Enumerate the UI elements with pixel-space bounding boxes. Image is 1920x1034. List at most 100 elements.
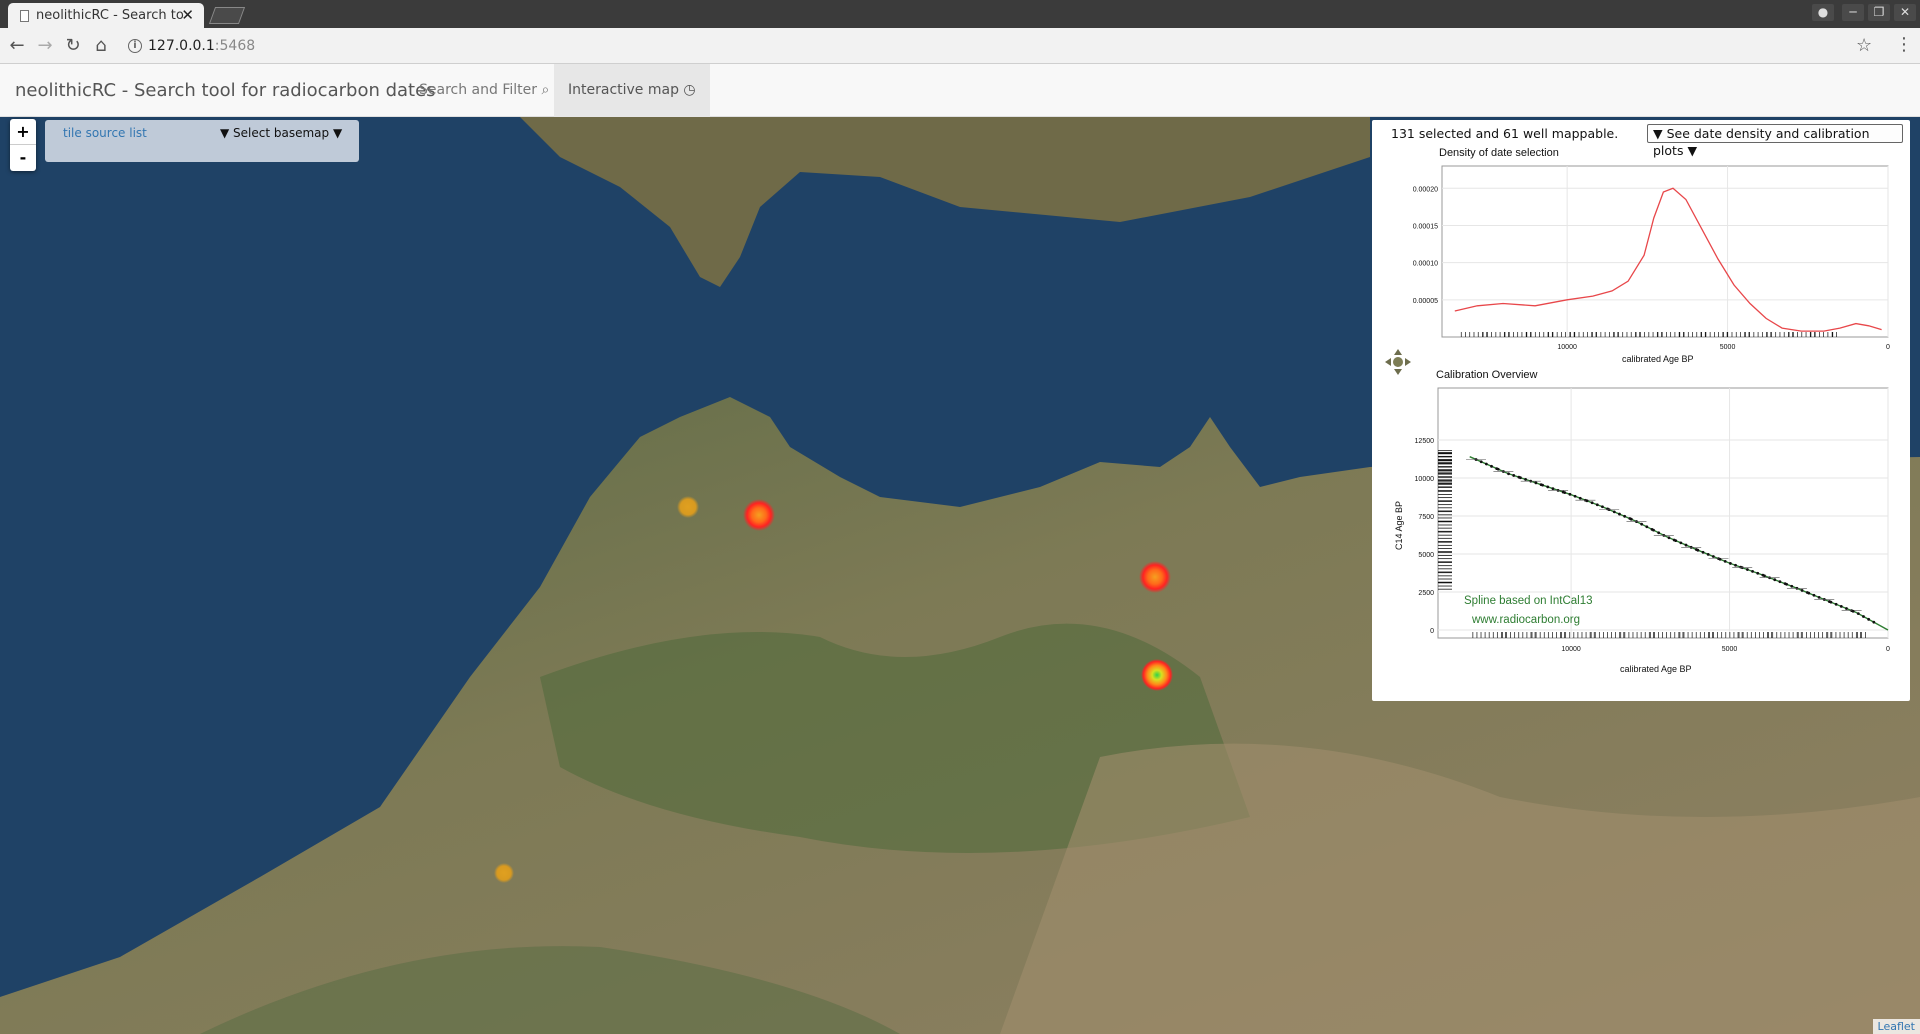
calibration-point [1751,569,1754,573]
url-field[interactable]: i 127.0.0.1:5468 [124,36,1824,56]
calibration-point [1507,472,1510,476]
new-tab-button[interactable] [208,7,246,24]
bookmark-star-icon[interactable]: ☆ [1856,35,1872,56]
close-window-button[interactable]: ✕ [1894,4,1916,21]
density-plot-title: Density of date selection [1439,147,1559,159]
map-attribution[interactable]: Leaflet [1872,1019,1920,1034]
calibration-point [1623,514,1627,518]
restore-button[interactable]: ❐ [1868,4,1890,21]
density-xlabel: calibrated Age BP [1622,354,1694,364]
app-navbar: neolithicRC - Search tool for radiocarbo… [0,64,1920,117]
calibration-point [1834,602,1838,606]
density-y-tick-label: 0.00020 [1413,186,1438,193]
map-marker[interactable] [1141,659,1173,691]
back-arrow-icon[interactable]: ← [6,36,28,56]
browser-tab[interactable]: neolithicRC - Search to ✕ [8,3,204,28]
calibration-point [1629,517,1633,521]
plots-canvas: Density of date selection 0.00020 0.00015… [1394,147,1890,674]
home-icon[interactable]: ⌂ [90,36,112,56]
calibration-xlabel: calibrated Age BP [1620,664,1692,674]
calibration-x-tick-label: 0 [1886,646,1890,653]
calibration-point [1723,559,1727,563]
basemap-control: tile source list ▼ Select basemap ▼ [45,120,359,162]
density-x-tick-label: 5000 [1720,344,1736,351]
calibration-point [1845,607,1848,610]
calibration-plot-title: Calibration Overview [1436,369,1538,381]
calibration-point [1484,462,1488,466]
calibration-point [1551,487,1555,491]
document-icon [20,10,29,22]
density-y-tick-label: 0.00005 [1413,298,1438,305]
map-marker[interactable] [1139,561,1171,593]
calibration-point [1711,555,1715,558]
calibration-point [1645,525,1649,529]
calibration-point [1807,591,1811,595]
calibration-point [1763,574,1766,578]
tab-search-and-filter[interactable]: Search and Filter ⌕ [405,64,563,117]
forward-arrow-icon[interactable]: → [34,36,56,56]
calibration-point [1734,563,1737,567]
calibration-point [1867,617,1871,621]
calibration-point [1800,589,1804,592]
calibration-note-1: Spline based on IntCal13 [1464,595,1593,607]
calibration-point [1657,531,1661,535]
density-x-tick-label: 10000 [1557,344,1577,351]
calibration-point [1512,474,1516,477]
calibration-point [1496,467,1500,471]
calibration-point [1490,464,1493,468]
browser-menu-icon[interactable]: ⋮ [1895,34,1913,55]
browser-titlebar: neolithicRC - Search to ✕ ● ─ ❐ ✕ [0,0,1920,28]
reload-icon[interactable]: ↻ [62,36,84,56]
calibration-ylabel: C14 Age BP [1394,501,1404,550]
map-marker[interactable] [677,496,699,518]
tab-interactive-map[interactable]: Interactive map ◷ [554,64,710,117]
zoom-out-button[interactable]: - [10,145,36,171]
calibration-point [1568,492,1572,496]
calibration-y-tick-label: 10000 [1415,476,1435,483]
tile-source-link[interactable]: tile source list [63,126,147,140]
app-brand[interactable]: neolithicRC - Search tool for radiocarbo… [15,80,436,101]
calibration-point [1601,505,1604,509]
calibration-point [1534,481,1538,485]
calibration-point [1790,584,1794,588]
calibration-point [1618,512,1621,516]
calibration-point [1856,612,1860,616]
calibration-point [1518,476,1522,480]
url-host: 127.0.0.1 [148,38,215,54]
density-y-tick-label: 0.00010 [1413,261,1438,268]
calibration-point [1546,485,1550,489]
zoom-in-button[interactable]: + [10,119,36,145]
calibration-point [1541,483,1544,487]
calibration-point [1773,578,1777,582]
calibration-point [1839,604,1843,608]
calibration-point [1667,536,1671,540]
map-marker[interactable] [494,863,514,883]
calibration-point [1851,609,1855,613]
calibration-point [1872,620,1876,624]
calibration-point [1674,539,1678,543]
move-icon[interactable] [1384,348,1412,376]
calibration-point [1756,571,1760,575]
calibration-point [1640,522,1644,526]
calibration-point [1585,499,1589,503]
calibration-point [1679,541,1683,545]
basemap-select[interactable]: ▼ Select basemap ▼ [220,126,342,140]
calibration-point [1817,595,1821,599]
close-tab-icon[interactable]: ✕ [181,3,194,28]
map-marker[interactable] [743,499,775,531]
calibration-point [1778,580,1782,584]
profile-icon[interactable]: ● [1812,4,1834,21]
address-bar: ← → ↻ ⌂ i 127.0.0.1:5468 ☆ ⋮ [0,28,1920,64]
minimize-button[interactable]: ─ [1842,4,1864,21]
calibration-point [1812,593,1816,597]
info-panel: 131 selected and 61 well mappable. ▼ See… [1372,120,1910,701]
calibration-note-2: www.radiocarbon.org [1471,614,1580,626]
calibration-point [1696,548,1700,552]
calibration-point [1829,600,1833,604]
calibration-y-tick-label: 12500 [1415,438,1435,445]
calibration-point [1728,562,1732,565]
info-icon[interactable]: i [128,39,142,53]
calibration-point [1479,460,1483,464]
calibration-point [1652,528,1655,532]
calibration-point [1701,550,1705,554]
